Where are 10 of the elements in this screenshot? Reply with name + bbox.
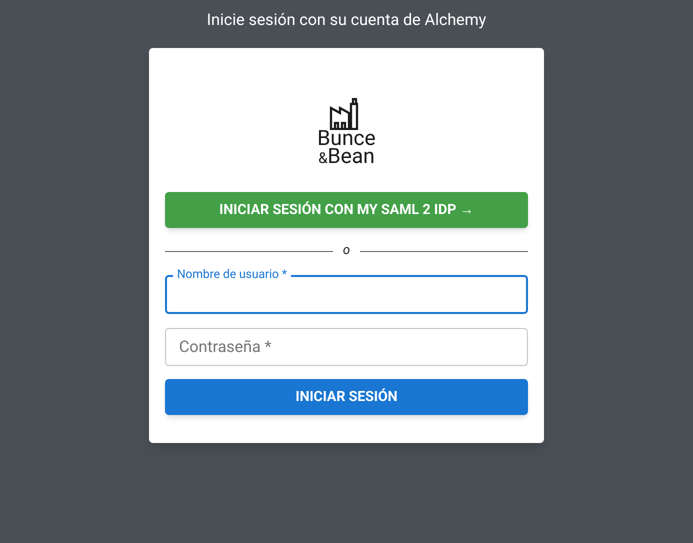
login-button[interactable]: INICIAR SESIÓN (165, 379, 528, 415)
logo-ampersand: & (318, 149, 328, 167)
field-placeholder: Contraseña * (179, 336, 272, 358)
text-field[interactable]: Contraseña * (165, 328, 528, 366)
logo-text: Bunce (317, 130, 376, 148)
field-label: Nombre de usuario * (173, 267, 291, 281)
divider-text: o (342, 242, 350, 260)
page-heading: Inicie sesión con su cuenta de Alchemy (206, 10, 486, 30)
logo-text: Bean (328, 148, 375, 166)
saml-login-button[interactable]: INICIAR SESIÓN CON MY SAML 2 IDP → (165, 192, 528, 228)
